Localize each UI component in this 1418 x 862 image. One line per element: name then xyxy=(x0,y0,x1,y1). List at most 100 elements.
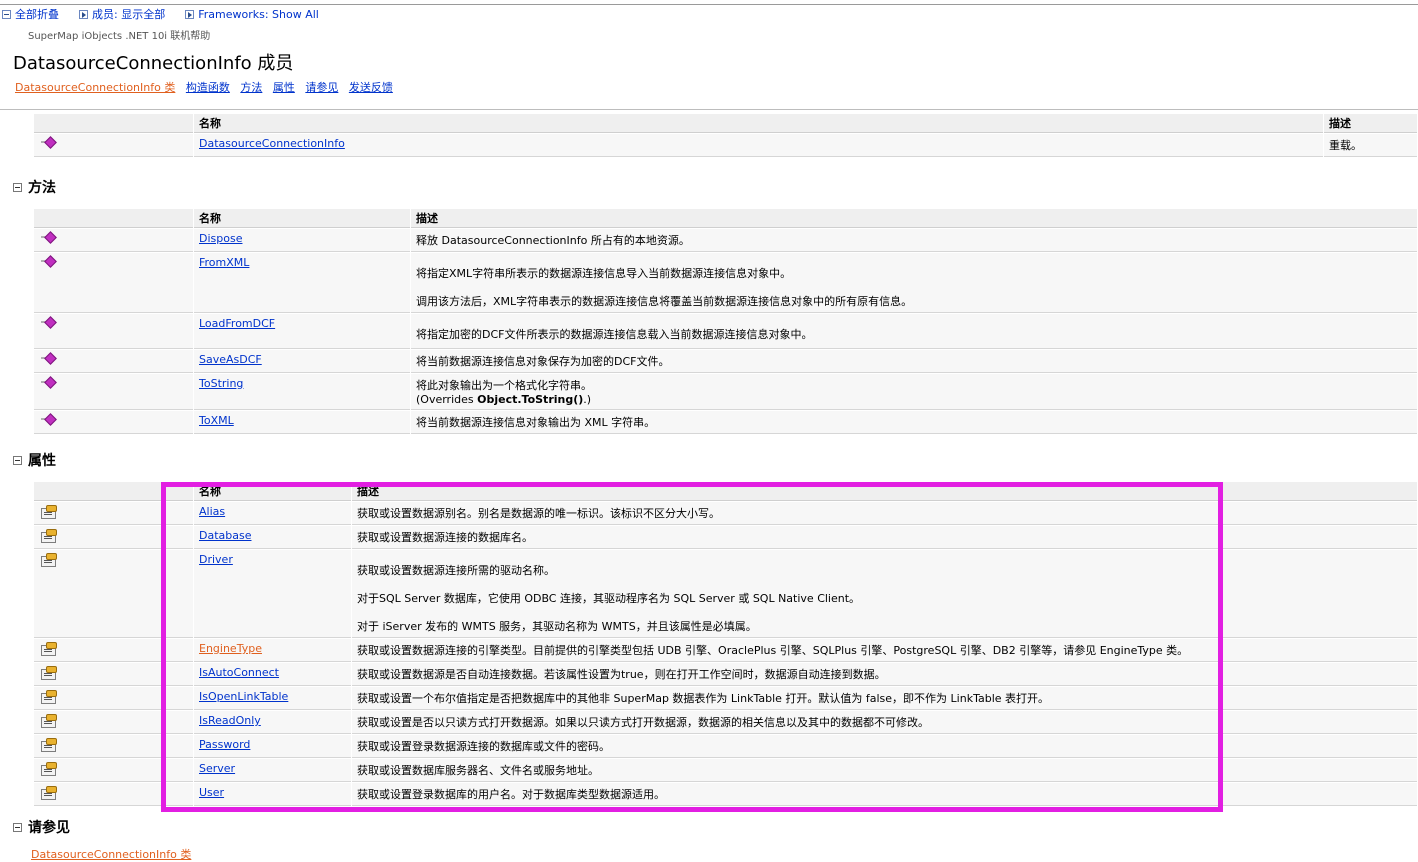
table-row: IsReadOnly 获取或设置是否以只读方式打开数据源。如果以只读方式打开数据… xyxy=(34,711,1417,734)
member-link[interactable]: LoadFromDCF xyxy=(199,317,275,330)
property-icon xyxy=(41,762,57,776)
table-row: LoadFromDCF 将指定加密的DCF文件所表示的数据源连接信息载入当前数据… xyxy=(34,314,1417,349)
member-description: 获取或设置数据源别名。别名是数据源的唯一标识。该标识不区分大小写。 xyxy=(357,507,720,520)
property-icon xyxy=(41,714,57,728)
member-description: 将当前数据源连接信息对象保存为加密的DCF文件。 xyxy=(416,355,670,368)
table-row: Driver 获取或设置数据源连接所需的驱动名称。 对于SQL Server 数… xyxy=(34,550,1417,638)
subnav-methods-link[interactable]: 方法 xyxy=(240,81,262,94)
member-link[interactable]: IsReadOnly xyxy=(199,714,261,727)
table-row: User 获取或设置登录数据库的用户名。对于数据库类型数据源适用。 xyxy=(34,783,1417,806)
topbar: 全部折叠 成员: 显示全部 Frameworks: Show All xyxy=(2,7,339,21)
members-filter-link[interactable]: 成员: 显示全部 xyxy=(79,6,165,22)
member-link[interactable]: FromXML xyxy=(199,256,249,269)
member-description: 获取或设置登录数据源连接的数据库或文件的密码。 xyxy=(357,740,610,753)
table-row: IsOpenLinkTable 获取或设置一个布尔值指定是否把数据库中的其他非 … xyxy=(34,687,1417,710)
dropdown-arrow-icon xyxy=(185,9,195,19)
collapse-icon[interactable] xyxy=(13,182,22,192)
member-link[interactable]: EngineType xyxy=(199,642,262,655)
member-link[interactable]: Database xyxy=(199,529,252,542)
collapse-icon[interactable] xyxy=(13,455,22,465)
member-description: 获取或设置数据源连接所需的驱动名称。 xyxy=(357,564,555,577)
subnav-see-also-link[interactable]: 请参见 xyxy=(305,81,338,94)
method-icon xyxy=(41,377,55,387)
member-description: 对于 iServer 发布的 WMTS 服务，其驱动名称为 WMTS，并且该属性… xyxy=(357,620,757,633)
subnav-constructors-link[interactable]: 构造函数 xyxy=(186,81,230,94)
method-icon xyxy=(41,256,55,266)
dropdown-arrow-icon xyxy=(79,9,88,19)
member-link[interactable]: SaveAsDCF xyxy=(199,353,262,366)
collapse-all-link[interactable]: 全部折叠 xyxy=(2,6,59,22)
member-description: 获取或设置登录数据库的用户名。对于数据库类型数据源适用。 xyxy=(357,788,665,801)
property-icon xyxy=(41,505,57,519)
collapse-icon[interactable] xyxy=(13,822,22,832)
name-header: 名称 xyxy=(194,482,351,501)
method-icon xyxy=(41,414,55,424)
table-row: DatasourceConnectionInfo 重载。 xyxy=(34,134,1417,157)
member-link[interactable]: User xyxy=(199,786,224,799)
properties-section-header[interactable]: 属性 xyxy=(13,450,56,470)
see-also-section-header[interactable]: 请参见 xyxy=(13,817,70,837)
method-icon xyxy=(41,232,55,242)
methods-table: 名称 描述 Dispose 释放 DatasourceConnectionInf… xyxy=(33,208,1418,435)
table-row: SaveAsDCF 将当前数据源连接信息对象保存为加密的DCF文件。 xyxy=(34,350,1417,373)
top-border xyxy=(0,4,1418,5)
subnav-feedback-link[interactable]: 发送反馈 xyxy=(349,81,393,94)
member-description: 重载。 xyxy=(1324,134,1417,157)
method-icon xyxy=(41,353,55,363)
table-row: EngineType 获取或设置数据源连接的引擎类型。目前提供的引擎类型包括 U… xyxy=(34,639,1417,662)
property-icon xyxy=(41,529,57,543)
member-link[interactable]: ToString xyxy=(199,377,243,390)
member-link[interactable]: IsOpenLinkTable xyxy=(199,690,288,703)
member-description: 获取或设置数据库服务器名、文件名或服务地址。 xyxy=(357,764,599,777)
product-name: SuperMap iObjects .NET 10i 联机帮助 xyxy=(28,31,211,42)
member-link[interactable]: Driver xyxy=(199,553,233,566)
member-description: 获取或设置一个布尔值指定是否把数据库中的其他非 SuperMap 数据表作为 L… xyxy=(357,692,1050,705)
subnav: DatasourceConnectionInfo 类 构造函数 方法 属性 请参… xyxy=(15,79,400,95)
member-description: 将指定加密的DCF文件所表示的数据源连接信息载入当前数据源连接信息对象中。 xyxy=(416,328,813,341)
member-description: 获取或设置是否以只读方式打开数据源。如果以只读方式打开数据源，数据源的相关信息以… xyxy=(357,716,929,729)
page-title: DatasourceConnectionInfo 成员 xyxy=(13,53,294,74)
member-link[interactable]: DatasourceConnectionInfo xyxy=(199,137,345,150)
member-link[interactable]: Server xyxy=(199,762,235,775)
desc-header: 描述 xyxy=(1324,114,1417,133)
table-row: Dispose 释放 DatasourceConnectionInfo 所占有的… xyxy=(34,229,1417,252)
icon-header xyxy=(34,482,193,501)
methods-section-header[interactable]: 方法 xyxy=(13,177,56,197)
table-row: ToString 将此对象输出为一个格式化字符串。 (Overrides Obj… xyxy=(34,374,1417,410)
property-icon xyxy=(41,786,57,800)
member-description: 调用该方法后，XML字符串表示的数据源连接信息将覆盖当前数据源连接信息对象中的所… xyxy=(416,295,913,308)
member-link[interactable]: ToXML xyxy=(199,414,234,427)
table-row: FromXML 将指定XML字符串所表示的数据源连接信息导入当前数据源连接信息对… xyxy=(34,253,1417,313)
property-icon xyxy=(41,738,57,752)
member-link[interactable]: IsAutoConnect xyxy=(199,666,279,679)
frameworks-filter-link[interactable]: Frameworks: Show All xyxy=(185,8,319,21)
member-description: 获取或设置数据源连接的引擎类型。目前提供的引擎类型包括 UDB 引擎、Oracl… xyxy=(357,644,1189,657)
constructors-table: 名称 描述 DatasourceConnectionInfo 重载。 xyxy=(33,113,1418,158)
member-description: 释放 DatasourceConnectionInfo 所占有的本地资源。 xyxy=(416,234,690,247)
table-row: Alias 获取或设置数据源别名。别名是数据源的唯一标识。该标识不区分大小写。 xyxy=(34,502,1417,525)
desc-header: 描述 xyxy=(352,482,1417,501)
table-row: IsAutoConnect 获取或设置数据源是否自动连接数据。若该属性设置为tr… xyxy=(34,663,1417,686)
property-icon xyxy=(41,666,57,680)
property-icon xyxy=(41,642,57,656)
name-header: 名称 xyxy=(194,209,410,228)
collapse-icon xyxy=(2,9,11,19)
override-note: (Overrides Object.ToString().) xyxy=(416,393,592,406)
icon-header xyxy=(34,209,193,228)
table-row: Password 获取或设置登录数据源连接的数据库或文件的密码。 xyxy=(34,735,1417,758)
table-row: Database 获取或设置数据源连接的数据库名。 xyxy=(34,526,1417,549)
property-icon xyxy=(41,690,57,704)
member-link[interactable]: Dispose xyxy=(199,232,242,245)
member-link[interactable]: Password xyxy=(199,738,250,751)
header-divider xyxy=(0,109,1418,110)
member-link[interactable]: Alias xyxy=(199,505,225,518)
member-description: 将当前数据源连接信息对象输出为 XML 字符串。 xyxy=(416,416,656,429)
see-also-link[interactable]: DatasourceConnectionInfo 类 xyxy=(31,846,191,862)
member-description: 将指定XML字符串所表示的数据源连接信息导入当前数据源连接信息对象中。 xyxy=(416,267,792,280)
subnav-properties-link[interactable]: 属性 xyxy=(273,81,295,94)
method-icon xyxy=(41,317,55,327)
subnav-class-link[interactable]: DatasourceConnectionInfo 类 xyxy=(15,81,175,94)
icon-header xyxy=(34,114,193,133)
name-header: 名称 xyxy=(194,114,1323,133)
table-row: Server 获取或设置数据库服务器名、文件名或服务地址。 xyxy=(34,759,1417,782)
